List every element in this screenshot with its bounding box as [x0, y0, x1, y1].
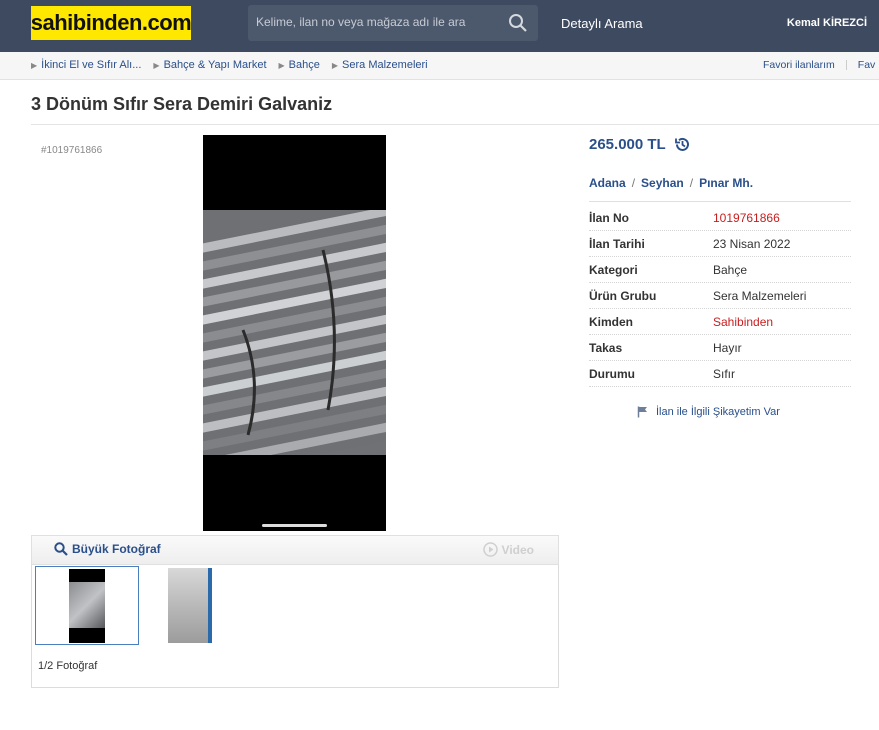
report-listing-link[interactable]: İlan ile İlgili Şikayetim Var — [637, 406, 780, 418]
detail-row: İlan Tarihi 23 Nisan 2022 — [589, 231, 851, 257]
detail-key: Kategori — [589, 263, 638, 277]
location-district[interactable]: Seyhan — [641, 176, 684, 190]
location-separator: / — [631, 176, 636, 190]
detail-key: Takas — [589, 341, 623, 355]
location-city[interactable]: Adana — [589, 176, 626, 190]
detail-key: Kimden — [589, 315, 634, 329]
video-label: Video — [501, 542, 534, 557]
breadcrumb: ▶ İkinci El ve Sıfır Alı... ▶ Bahçe & Yapı… — [31, 59, 440, 71]
detail-row: Ürün Grubu Sera Malzemeleri — [589, 283, 851, 309]
chevron-right-icon: ▶ — [331, 60, 339, 70]
breadcrumb-item[interactable]: Sera Malzemeleri — [342, 59, 428, 71]
divider — [845, 60, 847, 71]
photo-counter: 1/2 Fotoğraf — [38, 660, 98, 672]
detail-value: Bahçe — [713, 263, 748, 277]
detailed-search-link[interactable]: Detaylı Arama — [561, 16, 643, 31]
thumbnail-image — [69, 569, 105, 643]
location-neighborhood[interactable]: Pınar Mh. — [699, 176, 753, 190]
detail-value: Hayır — [713, 341, 742, 355]
user-menu[interactable]: Kemal KİREZCİ — [787, 17, 867, 29]
location-separator: / — [689, 176, 694, 190]
listing-details: İlan No 1019761866 İlan Tarihi 23 Nisan 20… — [589, 205, 851, 387]
detail-row: Kategori Bahçe — [589, 257, 851, 283]
listing-price: 265.000 TL — [589, 136, 691, 153]
detail-value: 23 Nisan 2022 — [713, 237, 791, 251]
detail-key: Ürün Grubu — [589, 289, 657, 303]
thumbnail-strip: 1/2 Fotoğraf — [31, 565, 559, 688]
photo-toolbar: Büyük Fotoğraf Video — [31, 535, 559, 565]
thumbnail-1[interactable] — [35, 566, 139, 645]
play-icon — [482, 542, 498, 557]
top-header: sahibinden.com Kelime, ilan no veya mağa… — [0, 0, 879, 52]
price-history-icon[interactable] — [674, 136, 691, 153]
site-logo[interactable]: sahibinden.com — [30, 6, 192, 40]
favorite-listings-link[interactable]: Favori ilanlarım — [763, 59, 835, 71]
detail-row: Durumu Sıfır — [589, 361, 851, 387]
magnifier-icon — [54, 542, 68, 556]
thumbnail-image — [208, 568, 212, 643]
detail-key: İlan Tarihi — [589, 237, 645, 251]
breadcrumb-bar: ▶ İkinci El ve Sıfır Alı... ▶ Bahçe & Yapı… — [0, 52, 879, 80]
main-photo[interactable] — [203, 135, 386, 531]
divider — [31, 124, 879, 125]
chevron-right-icon: ▶ — [31, 60, 38, 70]
listing-number-tag: #1019761866 — [41, 145, 103, 156]
pipes-image — [203, 210, 386, 455]
detail-value: Sahibinden — [713, 315, 774, 329]
favorites-link-2[interactable]: Fav — [858, 59, 876, 71]
chevron-right-icon: ▶ — [278, 60, 285, 70]
breadcrumb-item[interactable]: İkinci El ve Sıfır Alı... — [41, 59, 141, 71]
search-input[interactable]: Kelime, ilan no veya mağaza adı ile ara — [256, 15, 465, 29]
page-title: 3 Dönüm Sıfır Sera Demiri Galvaniz — [31, 94, 333, 114]
detail-row: İlan No 1019761866 — [589, 205, 851, 231]
big-photo-button[interactable]: Büyük Fotoğraf — [54, 542, 161, 556]
thumbnail-2[interactable] — [168, 568, 212, 643]
breadcrumb-item[interactable]: Bahçe & Yapı Market — [164, 59, 267, 71]
search-box[interactable]: Kelime, ilan no veya mağaza adı ile ara — [248, 5, 538, 41]
report-label: İlan ile İlgili Şikayetim Var — [656, 406, 780, 418]
detail-value: Sıfır — [713, 367, 736, 381]
price-text: 265.000 TL — [589, 136, 666, 153]
logo-text: sahibinden.com — [30, 10, 192, 35]
detail-key: İlan No — [589, 211, 630, 225]
chevron-right-icon: ▶ — [153, 60, 160, 70]
favorites-links: Favori ilanlarım Fav — [763, 59, 875, 71]
search-icon[interactable] — [508, 13, 528, 33]
video-button[interactable]: Video — [482, 542, 534, 557]
divider — [589, 201, 851, 202]
location-breadcrumb: Adana / Seyhan / Pınar Mh. — [589, 176, 753, 190]
detail-row: Kimden Sahibinden — [589, 309, 851, 335]
detail-row: Takas Hayır — [589, 335, 851, 361]
detail-key: Durumu — [589, 367, 635, 381]
breadcrumb-item[interactable]: Bahçe — [289, 59, 320, 71]
home-indicator — [262, 524, 327, 527]
detail-value: 1019761866 — [713, 211, 780, 225]
detail-value: Sera Malzemeleri — [713, 289, 807, 303]
flag-icon — [637, 406, 647, 418]
big-photo-label: Büyük Fotoğraf — [72, 542, 161, 556]
